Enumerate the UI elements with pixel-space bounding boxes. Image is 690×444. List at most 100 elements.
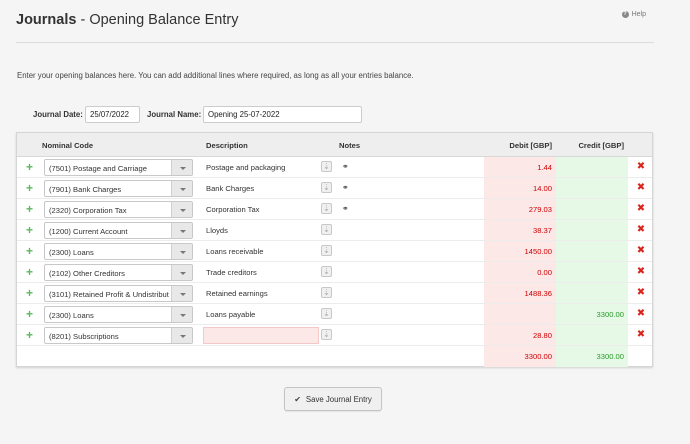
total-debit: 3300.00 — [524, 352, 552, 361]
close-icon[interactable]: ✖ — [636, 329, 646, 341]
nominal-code-value: (2320) Corporation Tax — [49, 206, 127, 215]
journal-name-input[interactable] — [203, 106, 362, 123]
help-label: Help — [631, 11, 646, 18]
nominal-code-value: (2102) Other Creditors — [49, 269, 125, 278]
description-value[interactable]: Retained earnings — [206, 289, 268, 298]
download-icon[interactable]: ⇣ — [321, 308, 332, 319]
credit-value[interactable]: 3300.00 — [556, 310, 624, 319]
plus-icon[interactable]: + — [25, 286, 34, 300]
close-icon[interactable]: ✖ — [636, 224, 646, 236]
close-icon[interactable]: ✖ — [636, 287, 646, 299]
col-notes: Notes — [339, 141, 361, 150]
close-icon[interactable]: ✖ — [636, 266, 646, 278]
debit-value[interactable]: 1.44 — [484, 163, 552, 172]
plus-icon[interactable]: + — [25, 160, 34, 174]
debit-value[interactable]: 0.00 — [484, 268, 552, 277]
nominal-code-select[interactable]: (1200) Current Account — [44, 222, 193, 239]
plus-icon[interactable]: + — [25, 202, 34, 216]
close-icon[interactable]: ✖ — [636, 203, 646, 215]
plus-icon[interactable]: + — [25, 265, 34, 279]
download-icon[interactable]: ⇣ — [321, 287, 332, 298]
description-value[interactable]: Corporation Tax — [206, 205, 259, 214]
table-row: + (3101) Retained Profit & Undistribut Ret… — [17, 283, 652, 304]
plus-icon[interactable]: + — [25, 181, 34, 195]
save-journal-button[interactable]: ✔ Save Journal Entry — [284, 387, 382, 411]
download-icon[interactable]: ⇣ — [321, 203, 332, 214]
table-row: + (1200) Current Account Lloyds ⇣ 38.37 ✖ — [17, 220, 652, 241]
nominal-code-value: (8201) Subscriptions — [49, 332, 119, 341]
link-icon[interactable]: ⚭ — [342, 162, 349, 171]
debit-value[interactable]: 38.37 — [484, 226, 552, 235]
nominal-code-select[interactable]: (7901) Bank Charges — [44, 180, 193, 197]
description-value[interactable]: Postage and packaging — [206, 163, 285, 172]
col-debit: Debit [GBP] — [509, 141, 552, 150]
table-header: Nominal Code Description Notes Debit [GB… — [17, 133, 652, 157]
nominal-code-select[interactable]: (7501) Postage and Carriage — [44, 159, 193, 176]
plus-icon[interactable]: + — [25, 307, 34, 321]
chevron-down-icon[interactable] — [171, 202, 192, 217]
help-link[interactable]: ? Help — [621, 11, 646, 18]
nominal-code-value: (7501) Postage and Carriage — [49, 164, 147, 173]
chevron-down-icon[interactable] — [171, 286, 192, 301]
link-icon[interactable]: ⚭ — [342, 183, 349, 192]
chevron-down-icon[interactable] — [171, 223, 192, 238]
plus-icon[interactable]: + — [25, 328, 34, 342]
description-value[interactable]: Loans payable — [206, 310, 255, 319]
check-icon: ✔ — [294, 394, 301, 404]
chevron-down-icon[interactable] — [171, 181, 192, 196]
journal-table: Nominal Code Description Notes Debit [GB… — [16, 132, 653, 367]
journal-date-label: Journal Date: — [33, 110, 83, 119]
page-title: Journals - Opening Balance Entry — [16, 12, 238, 28]
description-value[interactable]: Trade creditors — [206, 268, 257, 277]
table-row: + (2300) Loans Loans receivable ⇣ 1450.00 ✖ — [17, 241, 652, 262]
journal-date-input[interactable] — [85, 106, 140, 123]
nominal-code-value: (3101) Retained Profit & Undistribut — [49, 290, 169, 299]
nominal-code-select[interactable]: (2300) Loans — [44, 306, 193, 323]
chevron-down-icon[interactable] — [171, 265, 192, 280]
table-row: + (8201) Subscriptions ⇣ 28.80 ✖ — [17, 325, 652, 346]
debit-value[interactable]: 14.00 — [484, 184, 552, 193]
nominal-code-select[interactable]: (3101) Retained Profit & Undistribut — [44, 285, 193, 302]
nominal-code-select[interactable]: (2102) Other Creditors — [44, 264, 193, 281]
nominal-code-value: (1200) Current Account — [49, 227, 128, 236]
intro-text: Enter your opening balances here. You ca… — [17, 71, 414, 80]
table-row: + (2320) Corporation Tax Corporation Tax ⇣ ⚭… — [17, 199, 652, 220]
debit-value[interactable]: 1450.00 — [484, 247, 552, 256]
debit-value[interactable]: 279.03 — [484, 205, 552, 214]
download-icon[interactable]: ⇣ — [321, 266, 332, 277]
download-icon[interactable]: ⇣ — [321, 329, 332, 340]
download-icon[interactable]: ⇣ — [321, 245, 332, 256]
close-icon[interactable]: ✖ — [636, 161, 646, 173]
download-icon[interactable]: ⇣ — [321, 161, 332, 172]
plus-icon[interactable]: + — [25, 244, 34, 258]
close-icon[interactable]: ✖ — [636, 308, 646, 320]
header-divider — [16, 42, 654, 43]
nominal-code-select[interactable]: (8201) Subscriptions — [44, 327, 193, 344]
page-title-bold: Journals — [16, 12, 77, 28]
chevron-down-icon[interactable] — [171, 160, 192, 175]
nominal-code-select[interactable]: (2300) Loans — [44, 243, 193, 260]
debit-value[interactable]: 28.80 — [484, 331, 552, 340]
nominal-code-value: (7901) Bank Charges — [49, 185, 122, 194]
table-row: + (2102) Other Creditors Trade creditors ⇣ 0… — [17, 262, 652, 283]
description-value[interactable]: Bank Charges — [206, 184, 254, 193]
description-value[interactable]: Lloyds — [206, 226, 228, 235]
chevron-down-icon[interactable] — [171, 328, 192, 343]
plus-icon[interactable]: + — [25, 223, 34, 237]
table-row: + (2300) Loans Loans payable ⇣ 3300.00 ✖ — [17, 304, 652, 325]
close-icon[interactable]: ✖ — [636, 182, 646, 194]
description-input[interactable] — [203, 327, 319, 344]
chevron-down-icon[interactable] — [171, 244, 192, 259]
page-title-rest: - Opening Balance Entry — [76, 12, 239, 28]
close-icon[interactable]: ✖ — [636, 245, 646, 257]
chevron-down-icon[interactable] — [171, 307, 192, 322]
download-icon[interactable]: ⇣ — [321, 182, 332, 193]
nominal-code-select[interactable]: (2320) Corporation Tax — [44, 201, 193, 218]
link-icon[interactable]: ⚭ — [342, 204, 349, 213]
nominal-code-value: (2300) Loans — [49, 248, 94, 257]
debit-value[interactable]: 1488.36 — [484, 289, 552, 298]
download-icon[interactable]: ⇣ — [321, 224, 332, 235]
description-value[interactable]: Loans receivable — [206, 247, 263, 256]
total-credit: 3300.00 — [596, 352, 624, 361]
table-row: + (7501) Postage and Carriage Postage and … — [17, 157, 652, 178]
